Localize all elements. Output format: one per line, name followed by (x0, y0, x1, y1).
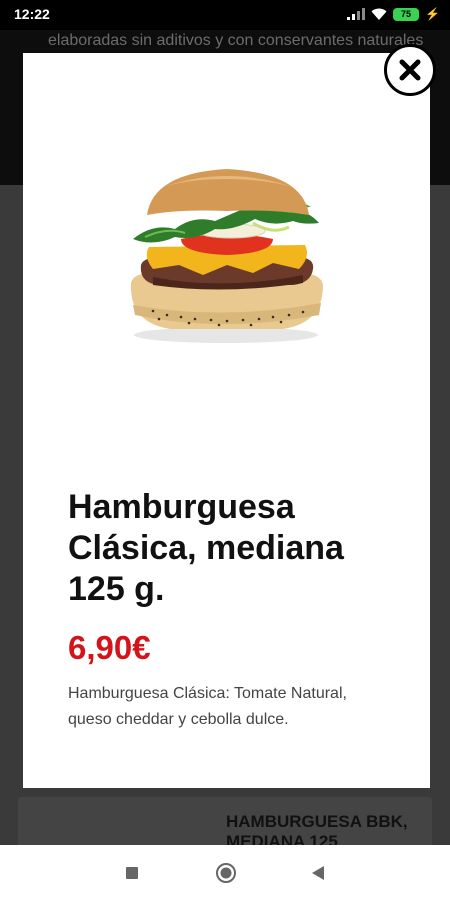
close-button[interactable] (384, 44, 436, 96)
product-price: 6,90€ (68, 629, 151, 666)
hamburger-photo (130, 169, 323, 343)
circle-icon (216, 862, 236, 883)
signal-icon (347, 8, 366, 20)
square-icon (126, 866, 138, 879)
back-button[interactable] (288, 845, 348, 900)
battery-icon: 75 (393, 7, 420, 21)
product-name: Hamburguesa Clásica, mediana 125 g. (68, 488, 344, 608)
status-bar: 12:22 75 ⚡ (0, 0, 450, 30)
product-modal: Hamburguesa Clásica, mediana 125 g. 6,90… (23, 53, 430, 788)
home-button[interactable] (196, 845, 256, 900)
product-description: Hamburguesa Clásica: Tomate Natural, que… (68, 685, 347, 728)
recents-button[interactable] (102, 845, 162, 900)
navigation-bar (0, 845, 450, 900)
status-time: 12:22 (14, 6, 50, 22)
wifi-icon (371, 8, 387, 20)
charging-icon: ⚡ (425, 7, 440, 21)
triangle-back-icon (312, 865, 324, 880)
close-icon (399, 59, 421, 81)
status-icons: 75 ⚡ (347, 7, 440, 21)
